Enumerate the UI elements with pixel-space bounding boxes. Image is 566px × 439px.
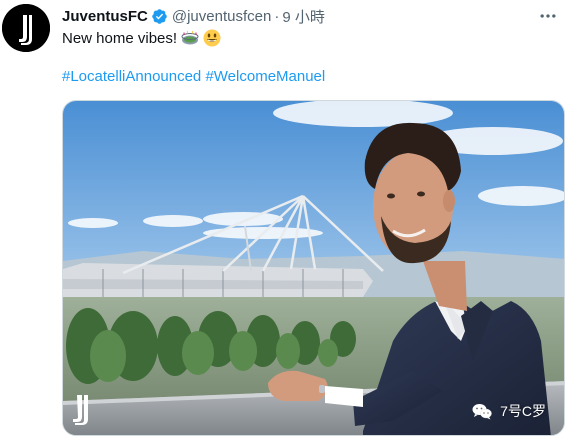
hashtag-link[interactable]: #LocatelliAnnounced bbox=[62, 68, 201, 85]
separator-dot: · bbox=[274, 7, 280, 25]
photo-locatelli bbox=[63, 101, 564, 435]
credit-text: 7号C罗 bbox=[500, 403, 546, 419]
tweet[interactable]: JuventusFC @juventusfcen · 9 小時 New home… bbox=[0, 0, 566, 439]
timestamp[interactable]: 9 小時 bbox=[282, 6, 325, 27]
tweet-photo[interactable]: 7号C罗 bbox=[62, 100, 565, 436]
hashtags: #LocatelliAnnounced #WelcomeManuel bbox=[62, 68, 325, 85]
hashtag-link[interactable]: #WelcomeManuel bbox=[205, 68, 325, 85]
photo-credit: 7号C罗 bbox=[472, 401, 546, 421]
wechat-icon bbox=[472, 403, 492, 419]
handle[interactable]: @juventusfcen bbox=[172, 8, 271, 25]
juventus-watermark-icon bbox=[73, 395, 88, 425]
tweet-header: JuventusFC @juventusfcen · 9 小時 bbox=[62, 6, 325, 26]
stadium-emoji-icon bbox=[181, 29, 200, 47]
tweet-body: New home vibes! bbox=[62, 29, 178, 47]
verified-badge-icon bbox=[152, 8, 167, 24]
avatar[interactable] bbox=[2, 4, 50, 52]
juventus-logo-icon bbox=[2, 4, 50, 52]
more-options-icon[interactable] bbox=[538, 6, 558, 26]
tweet-text: New home vibes! bbox=[62, 29, 221, 47]
smiling-face-emoji-icon bbox=[203, 29, 221, 47]
display-name[interactable]: JuventusFC bbox=[62, 8, 148, 25]
